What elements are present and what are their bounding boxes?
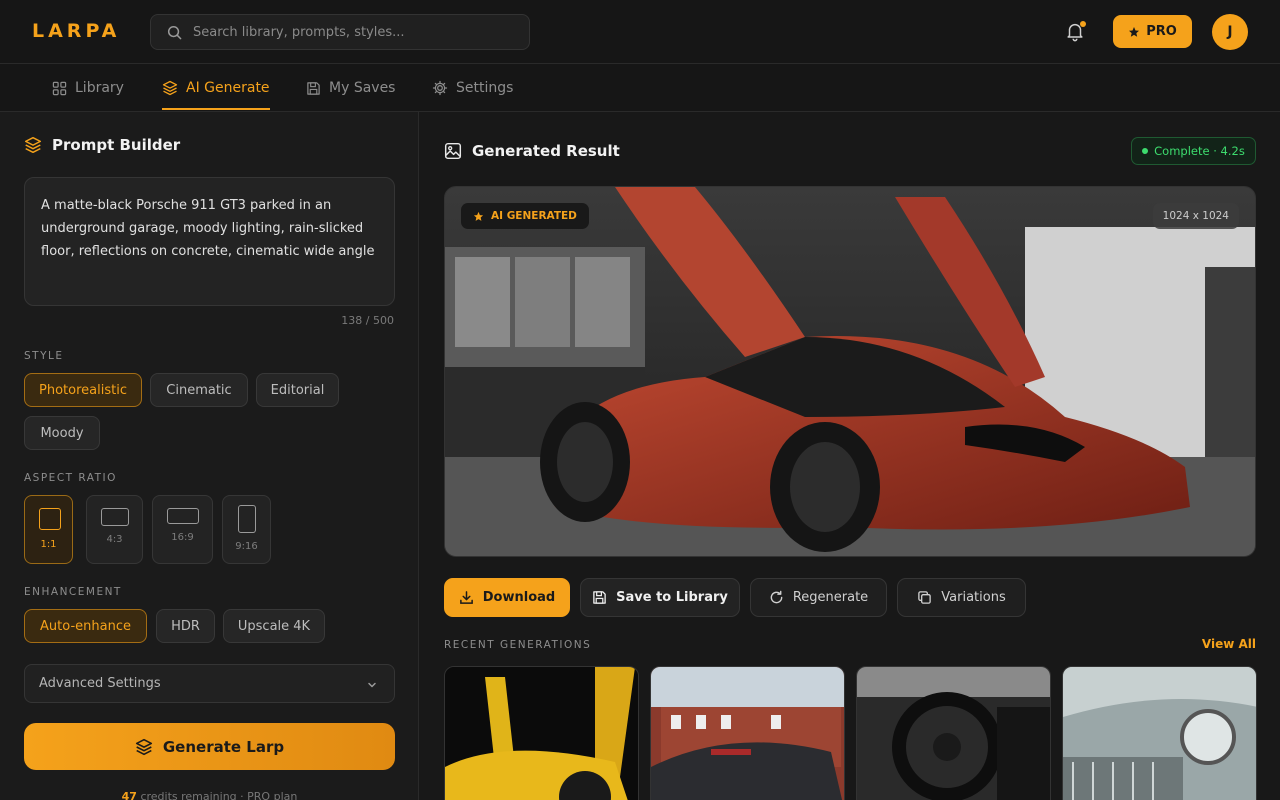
view-all-link[interactable]: View All <box>1202 637 1256 651</box>
search-box[interactable] <box>150 14 530 50</box>
ratio-option-1-1[interactable]: 1:1 <box>24 495 73 564</box>
enhance-chip-auto[interactable]: Auto-enhance <box>24 609 147 643</box>
ratio-square-icon <box>39 508 61 530</box>
download-button[interactable]: Download <box>444 578 570 617</box>
pro-button[interactable]: PRO <box>1113 15 1192 48</box>
panel-title-text: Prompt Builder <box>52 136 181 154</box>
ai-generated-badge: AI GENERATED <box>461 203 589 229</box>
download-icon <box>459 591 473 604</box>
result-title: Generated Result <box>444 142 620 160</box>
ratio-label: 16:9 <box>171 532 194 543</box>
regenerate-button[interactable]: Regenerate <box>750 578 887 617</box>
thumbnail-image <box>1063 667 1256 800</box>
save-label: Save to Library <box>616 590 728 605</box>
ratio-portrait-icon <box>238 505 256 533</box>
ratio-wide-icon <box>167 508 199 524</box>
image-icon <box>444 142 462 160</box>
main-nav: Library AI Generate My Saves Settings <box>0 64 1280 112</box>
advanced-settings-dropdown[interactable]: Advanced Settings <box>24 664 395 703</box>
ratio-label: 9:16 <box>235 541 258 552</box>
grid-icon <box>52 81 67 95</box>
ratio-label: 4:3 <box>106 534 123 545</box>
thumbnail-image <box>445 667 638 800</box>
save-to-library-button[interactable]: Save to Library <box>580 578 740 617</box>
tab-settings[interactable]: Settings <box>432 64 513 112</box>
notifications-button[interactable] <box>1064 20 1088 44</box>
status-badge: Complete · 4.2s <box>1131 137 1256 165</box>
gear-icon <box>432 80 448 96</box>
recent-generations-label: RECENT GENERATIONS <box>444 639 592 651</box>
chevron-down-icon <box>368 682 376 688</box>
avatar[interactable]: J <box>1212 14 1248 50</box>
layers-icon <box>162 80 178 96</box>
app-logo[interactable]: LARPA <box>32 20 120 42</box>
tab-my-saves[interactable]: My Saves <box>306 64 395 112</box>
aspect-section-label: ASPECT RATIO <box>24 472 117 484</box>
result-panel: Generated Result Complete · 4.2s AI GENE… <box>420 112 1280 800</box>
tab-label: AI Generate <box>186 80 270 96</box>
character-counter: 138 / 500 <box>341 314 394 327</box>
tab-label: My Saves <box>329 80 396 96</box>
copy-icon <box>918 591 932 604</box>
ratio-landscape-icon <box>101 508 129 526</box>
enhance-chip-upscale[interactable]: Upscale 4K <box>223 609 325 643</box>
tab-library[interactable]: Library <box>52 64 124 112</box>
generated-image[interactable]: AI GENERATED 1024 x 1024 <box>444 186 1256 557</box>
save-icon <box>593 591 606 604</box>
star-icon <box>473 211 484 221</box>
ratio-option-16-9[interactable]: 16:9 <box>152 495 213 564</box>
credits-info: 47 credits remaining · PRO plan <box>0 790 419 800</box>
pro-label: PRO <box>1146 24 1177 39</box>
panel-title: Prompt Builder <box>24 136 180 154</box>
ratio-label: 1:1 <box>40 539 57 550</box>
recent-thumbnail[interactable] <box>856 666 1051 800</box>
layers-icon <box>135 738 152 755</box>
download-label: Download <box>482 590 556 605</box>
layers-icon <box>24 136 42 154</box>
tab-label: Settings <box>456 80 514 96</box>
notification-dot <box>1080 21 1086 27</box>
status-dot <box>1142 148 1149 154</box>
star-icon <box>1129 26 1140 37</box>
style-chip-photorealistic[interactable]: Photorealistic <box>24 373 142 407</box>
variations-label: Variations <box>941 590 1006 605</box>
credits-count: 47 <box>121 790 137 800</box>
style-chip-editorial[interactable]: Editorial <box>256 373 339 407</box>
recent-thumbnail[interactable] <box>444 666 639 800</box>
recent-thumbnail[interactable] <box>650 666 845 800</box>
ratio-option-9-16[interactable]: 9:16 <box>222 495 271 564</box>
variations-button[interactable]: Variations <box>897 578 1026 617</box>
ratio-option-4-3[interactable]: 4:3 <box>86 495 143 564</box>
advanced-settings-label: Advanced Settings <box>39 676 161 691</box>
car-image <box>445 187 1255 556</box>
generate-button[interactable]: Generate Larp <box>24 723 395 770</box>
thumbnail-image <box>651 667 844 800</box>
tab-label: Library <box>75 80 124 96</box>
top-bar: LARPA PRO J <box>0 0 1280 64</box>
thumbnail-image <box>857 667 1050 800</box>
save-icon <box>307 81 320 95</box>
status-text: Complete · 4.2s <box>1154 144 1245 158</box>
enhance-chip-hdr[interactable]: HDR <box>156 609 215 643</box>
style-section-label: STYLE <box>24 350 64 362</box>
style-chip-moody[interactable]: Moody <box>24 416 100 450</box>
enhancement-section-label: ENHANCEMENT <box>24 586 122 598</box>
style-chip-cinematic[interactable]: Cinematic <box>150 373 248 407</box>
credits-text: credits remaining · PRO plan <box>136 790 298 800</box>
search-icon <box>167 25 182 40</box>
generate-label: Generate Larp <box>162 737 285 756</box>
refresh-icon <box>770 590 783 604</box>
image-size-badge: 1024 x 1024 <box>1152 203 1239 229</box>
prompt-builder-panel: Prompt Builder A matte-black Porsche 911… <box>0 112 419 800</box>
search-input[interactable] <box>193 15 513 49</box>
recent-thumbnail[interactable] <box>1062 666 1257 800</box>
result-title-text: Generated Result <box>472 142 620 160</box>
tab-ai-generate[interactable]: AI Generate <box>162 64 270 112</box>
prompt-textarea[interactable]: A matte-black Porsche 911 GT3 parked in … <box>24 177 395 306</box>
regenerate-label: Regenerate <box>792 590 869 605</box>
ai-badge-text: AI GENERATED <box>491 210 577 222</box>
